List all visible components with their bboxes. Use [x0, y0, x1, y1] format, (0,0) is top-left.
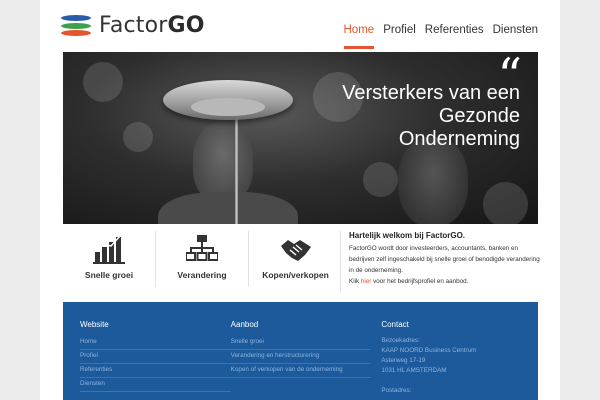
page: FactorGO Home Profiel Referenties Dienst… [40, 0, 560, 400]
nav-item-referenties[interactable]: Referenties [425, 24, 484, 36]
org-chart-icon [186, 235, 218, 261]
profile-link[interactable]: hier [361, 278, 372, 285]
hero-banner: “ Versterkers van een Gezonde Ondernemin… [63, 52, 538, 224]
list-item[interactable]: Diensten [80, 378, 231, 392]
footer-heading: Aanbod [230, 320, 259, 329]
nav-item-profiel[interactable]: Profiel [383, 24, 416, 36]
welcome-text: Hartelijk welkom bij FactorGO. FactorGO … [340, 231, 540, 293]
list-item[interactable]: Verandering en herstructurering [230, 350, 371, 364]
footer-heading: Contact [381, 320, 409, 329]
hero-tagline: Versterkers van een Gezonde Onderneming [342, 82, 520, 150]
feature-label: Verandering [177, 270, 227, 280]
main-nav: Home Profiel Referenties Diensten [335, 24, 538, 49]
list-item[interactable]: Referenties [80, 364, 231, 378]
nav-item-diensten[interactable]: Diensten [493, 24, 538, 36]
contact-address: Bezoekadres: KAAP NOORD Business Centrum… [381, 337, 477, 394]
logo-stack-icon [61, 14, 91, 37]
site-footer: Website Home Profiel Referenties Dienste… [63, 302, 538, 400]
list-item[interactable]: Snelle groei [230, 336, 371, 350]
feature-list: Snelle groei Verandering Kopen/verkopen [63, 231, 343, 289]
footer-website-column: Website Home Profiel Referenties Dienste… [80, 320, 231, 400]
footer-heading: Website [80, 320, 109, 329]
footer-aanbod-column: Aanbod Snelle groei Verandering en herst… [230, 320, 382, 400]
logo-text: FactorGO [99, 13, 205, 38]
welcome-body: FactorGO wordt door investeerders, accou… [349, 245, 540, 285]
nav-item-home[interactable]: Home [343, 24, 374, 49]
bar-chart-growth-icon [93, 235, 125, 264]
logo[interactable]: FactorGO [61, 13, 205, 38]
list-item[interactable]: Home [80, 336, 231, 350]
hero-photo-person [193, 122, 253, 202]
list-item[interactable]: Kopen of verkopen van de onderneming [230, 364, 371, 378]
site-header: FactorGO Home Profiel Referenties Dienst… [40, 0, 560, 50]
feature-label: Kopen/verkopen [262, 270, 329, 280]
handshake-icon [280, 240, 311, 261]
feature-snelle-groei[interactable]: Snelle groei [63, 231, 156, 287]
welcome-title: Hartelijk welkom bij FactorGO. [349, 231, 466, 240]
footer-contact-column: Contact Bezoekadres: KAAP NOORD Business… [381, 320, 521, 400]
list-item[interactable]: Profiel [80, 350, 231, 364]
feature-kopen-verkopen[interactable]: Kopen/verkopen [249, 231, 342, 287]
feature-label: Snelle groei [84, 270, 134, 280]
feature-verandering[interactable]: Verandering [156, 231, 249, 287]
